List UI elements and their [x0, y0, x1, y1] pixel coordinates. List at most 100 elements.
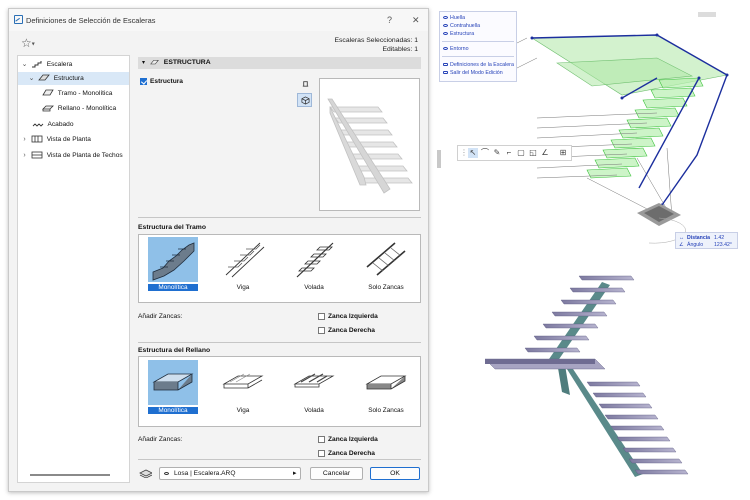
option-label: Viga: [236, 284, 250, 291]
angle-tool-icon[interactable]: ∠: [540, 148, 550, 158]
popup-item-huella[interactable]: Huella: [443, 15, 465, 21]
tramo-option-volada[interactable]: Volada: [289, 237, 339, 293]
popup-item-entorno[interactable]: Entorno: [443, 46, 469, 52]
stair-3d-render: [437, 262, 750, 492]
angle-label: Ángulo: [687, 242, 704, 248]
exit-icon: [443, 71, 448, 75]
eye-icon: [164, 472, 169, 475]
chevron-down-icon[interactable]: ⌄: [27, 72, 36, 85]
chevron-down-icon[interactable]: ⌄: [20, 58, 29, 71]
popup-item-definiciones[interactable]: Definiciones de la Escalera: [443, 62, 514, 68]
angle-value[interactable]: 123.42°: [714, 242, 732, 248]
popup-divider: [442, 41, 514, 42]
rellano-zanca-izquierda-checkbox[interactable]: [318, 436, 325, 443]
chevron-right-icon[interactable]: ›: [20, 133, 29, 146]
landing-tool-icon[interactable]: ◱: [528, 148, 538, 158]
landing-icon: [42, 105, 54, 112]
rellano-zancas-label: Añadir Zancas:: [138, 436, 183, 443]
break-tool-icon[interactable]: ⌐: [504, 148, 514, 158]
structure-icon: [38, 74, 50, 81]
tramo-zanca-izquierda-checkbox[interactable]: [318, 313, 325, 320]
tree-label: Tramo - Monolítica: [57, 90, 113, 97]
section-header-estructura[interactable]: ▾ ESTRUCTURA: [138, 57, 421, 69]
monolithic-landing-icon: [148, 360, 198, 405]
estructura-label: Estructura: [150, 78, 183, 85]
floor-plan-view-icon[interactable]: [301, 79, 310, 88]
measurement-tracker: ↔ Distancia 1.42 ∠ Ángulo 123.42°: [675, 232, 738, 249]
edit-toolbar: ⋮ ↖ ⌒ ✎ ⌐ ▢ ◱ ∠ ⊞: [457, 145, 572, 161]
tramo-option-viga[interactable]: Viga: [218, 237, 268, 293]
editable-count: Editables: 1: [382, 46, 418, 51]
layer-icon: [139, 469, 152, 478]
rellano-option-solo-zancas[interactable]: Solo Zancas: [361, 360, 411, 416]
option-label: Solo Zancas: [368, 407, 404, 414]
option-label: Monolítica: [148, 407, 198, 414]
finish-icon: [32, 123, 44, 127]
tramo-option-solo-zancas[interactable]: Solo Zancas: [361, 237, 411, 293]
help-button[interactable]: ?: [387, 15, 392, 25]
rellano-zanca-izquierda-label: Zanca Izquierda: [328, 436, 378, 443]
layer-selector[interactable]: Losa | Escalera.ARQ ▸: [159, 467, 301, 480]
tree-label: Rellano - Monolítica: [57, 105, 117, 112]
rellano-section-title: Estructura del Rellano: [138, 347, 211, 354]
edit-tool-icon[interactable]: ✎: [492, 148, 502, 158]
eye-icon: [443, 16, 448, 20]
tree-item-estructura[interactable]: ⌄ Estructura: [18, 72, 129, 85]
divider: [138, 217, 421, 218]
stair-preview-image: [327, 98, 413, 194]
tree-item-tramo[interactable]: Tramo - Monolítica: [42, 87, 112, 100]
flight-icon: [42, 89, 54, 96]
distance-label: Distancia: [687, 235, 711, 241]
chevron-right-icon[interactable]: ›: [20, 149, 29, 162]
ceiling-plan-icon: [31, 151, 43, 159]
tree-item-vista-techos[interactable]: › Vista de Planta de Techos: [20, 149, 123, 162]
tree-item-escalera[interactable]: ⌄ Escalera: [20, 58, 128, 71]
stringers-only-stair-icon: [366, 242, 406, 276]
triangle-down-icon: ▾: [142, 60, 146, 66]
settings-panel: ▾ ESTRUCTURA Estructura Estructura del T…: [138, 55, 421, 483]
pointer-tool-icon[interactable]: ↖: [468, 148, 478, 158]
rellano-option-viga[interactable]: Viga: [218, 360, 268, 416]
close-button[interactable]: ✕: [412, 15, 420, 26]
favorites-star-icon[interactable]: ☆▾: [21, 36, 35, 50]
stair-tool-icon[interactable]: ⊞: [558, 148, 568, 158]
tree-label: Escalera: [46, 61, 73, 68]
curve-tool-icon[interactable]: ⌒: [480, 148, 490, 158]
tramo-zanca-derecha-label: Zanca Derecha: [328, 327, 375, 334]
tree-item-rellano[interactable]: Rellano - Monolítica: [42, 102, 116, 115]
tramo-section-title: Estructura del Tramo: [138, 224, 206, 231]
angle-icon: ∠: [679, 242, 684, 248]
estructura-checkbox[interactable]: [140, 78, 147, 85]
eye-icon: [443, 32, 448, 36]
rellano-option-monolitica[interactable]: Monolítica: [148, 360, 198, 416]
distance-value[interactable]: 1.42: [714, 235, 724, 241]
3d-view-toggle[interactable]: [297, 93, 312, 107]
cantilever-stair-render: [484, 275, 689, 477]
tramo-structure-options: Monolítica Viga Volada Solo Zancas: [138, 234, 421, 303]
ok-button[interactable]: OK: [370, 467, 420, 480]
shape-tool-icon[interactable]: ▢: [516, 148, 526, 158]
tree-item-vista-planta[interactable]: › Vista de Planta: [20, 133, 91, 146]
distance-icon: ↔: [679, 235, 685, 241]
popup-item-salir[interactable]: Salir del Modo Edición: [443, 70, 503, 76]
tree-label: Vista de Planta: [46, 136, 91, 143]
tramo-option-monolitica[interactable]: Monolítica: [148, 237, 198, 293]
rellano-option-volada[interactable]: Volada: [289, 360, 339, 416]
cantilever-stair-icon: [296, 242, 334, 278]
popup-item-contrahuella[interactable]: Contrahuella: [443, 23, 480, 29]
popup-item-estructura[interactable]: Estructura: [443, 31, 474, 37]
tree-item-acabado[interactable]: Acabado: [32, 118, 74, 131]
option-label: Solo Zancas: [368, 284, 404, 291]
chevron-right-icon: ▸: [293, 470, 297, 477]
cube-icon: [301, 96, 310, 105]
dialog-title: Definiciones de Selección de Escaleras: [26, 16, 156, 25]
cancel-button[interactable]: Cancelar: [310, 467, 363, 480]
stringers-only-landing-icon: [365, 375, 407, 390]
beam-landing-icon: [222, 373, 264, 389]
selected-count: Escaleras Seleccionadas: 1: [334, 37, 419, 44]
tree-scrollbar[interactable]: [30, 474, 110, 476]
floor-plan-icon: [31, 135, 43, 143]
tramo-zanca-derecha-checkbox[interactable]: [318, 327, 325, 334]
rellano-zanca-derecha-checkbox[interactable]: [318, 450, 325, 457]
popup-divider: [442, 56, 514, 57]
